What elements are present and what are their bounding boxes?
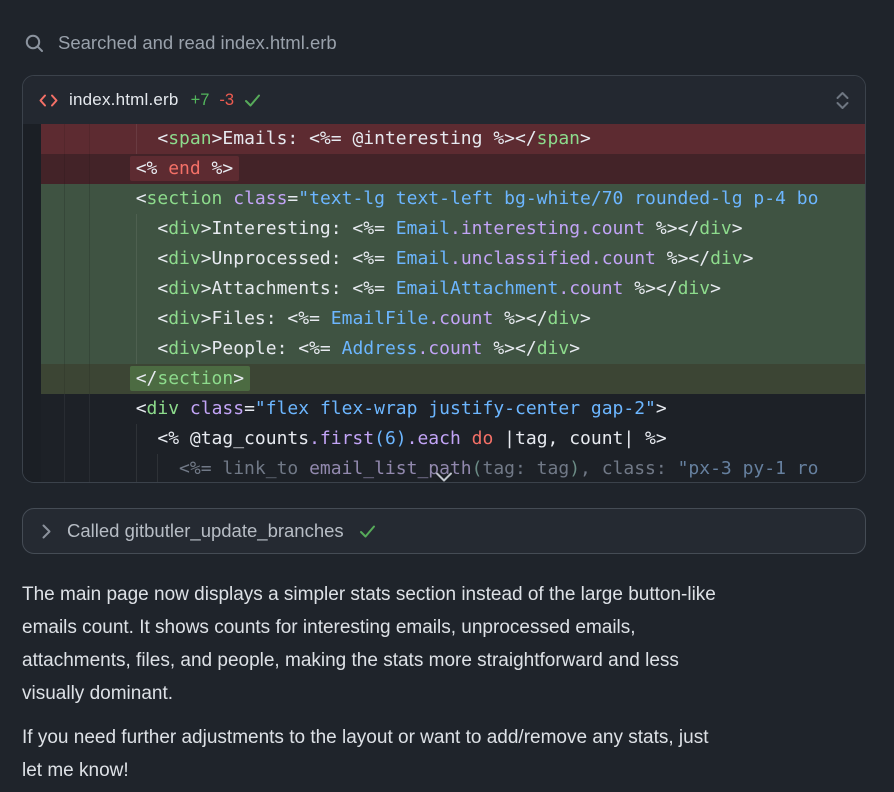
diff-panel-header[interactable]: index.html.erb +7 -3: [23, 76, 865, 124]
diff-gutter: [41, 364, 90, 394]
diff-line: <div>Unprocessed: <%= Email.unclassified…: [23, 244, 865, 274]
indent-guide: [136, 304, 137, 334]
diff-margin: [23, 364, 41, 394]
search-icon: [24, 33, 45, 54]
diff-line: <div class="flex flex-wrap justify-cente…: [23, 394, 865, 424]
message-paragraph: If you need further adjustments to the l…: [22, 721, 866, 787]
indent-guide: [136, 244, 137, 274]
diff-deletions: -3: [219, 91, 234, 110]
diff-line: <div>People: <%= Address.count %></div>: [23, 334, 865, 364]
diff-gutter: [41, 184, 90, 214]
diff-margin: [23, 154, 41, 184]
diff-line: <div>Attachments: <%= EmailAttachment.co…: [23, 274, 865, 304]
indent-guide: [157, 454, 158, 483]
chevron-down-icon[interactable]: [435, 471, 454, 483]
diff-margin: [23, 184, 41, 214]
indent-guide: [136, 274, 137, 304]
check-icon: [244, 93, 261, 108]
diff-margin: [23, 394, 41, 424]
diff-line: <% end %>: [23, 154, 865, 184]
diff-gutter: [41, 334, 90, 364]
diff-filename: index.html.erb: [69, 90, 179, 110]
diff-margin: [23, 334, 41, 364]
diff-gutter: [41, 154, 90, 184]
diff-margin: [23, 244, 41, 274]
diff-margin: [23, 304, 41, 334]
diff-gutter: [41, 304, 90, 334]
diff-gutter: [41, 124, 90, 154]
diff-panel: index.html.erb +7 -3 <span>Emails: <%= @…: [22, 75, 866, 483]
diff-gutter: [41, 424, 90, 454]
diff-gutter: [41, 274, 90, 304]
diff-margin: [23, 124, 41, 154]
diff-gutter: [41, 214, 90, 244]
diff-line: <span>Emails: <%= @interesting %></span>: [23, 124, 865, 154]
diff-gutter: [41, 394, 90, 424]
diff-word-highlight: </section>: [130, 366, 250, 391]
diff-margin: [23, 454, 41, 483]
tool-header-label: Searched and read index.html.erb: [58, 32, 337, 54]
tool-call-label: Called gitbutler_update_branches: [67, 520, 344, 542]
diff-additions: +7: [191, 91, 210, 110]
code-block: <span>Emails: <%= @interesting %></span>…: [23, 124, 865, 483]
assistant-message: The main page now displays a simpler sta…: [22, 578, 866, 787]
diff-gutter: [41, 244, 90, 274]
code-file-icon: [38, 92, 59, 109]
tool-header-row[interactable]: Searched and read index.html.erb: [24, 30, 866, 56]
diff-margin: [23, 214, 41, 244]
diff-line: <section class="text-lg text-left bg-whi…: [23, 184, 865, 214]
diff-margin: [23, 424, 41, 454]
diff-word-highlight: <% end %>: [130, 156, 240, 181]
chevron-right-icon: [41, 523, 52, 540]
message-paragraph: The main page now displays a simpler sta…: [22, 578, 866, 710]
diff-line: <div>Interesting: <%= Email.interesting.…: [23, 214, 865, 244]
unfold-icon[interactable]: [835, 91, 850, 110]
diff-line: <% @tag_counts.first(6).each do |tag, co…: [23, 424, 865, 454]
diff-gutter: [41, 454, 90, 483]
indent-guide: [136, 214, 137, 244]
indent-guide: [136, 424, 137, 454]
indent-guide: [136, 334, 137, 364]
diff-margin: [23, 274, 41, 304]
page: { "page_bg": "#1f242b", "tool_header": {…: [0, 0, 894, 792]
diff-line: <div>Files: <%= EmailFile.count %></div>: [23, 304, 865, 334]
diff-line: </section>: [23, 364, 865, 394]
indent-guide: [136, 124, 137, 154]
check-icon: [359, 524, 376, 539]
indent-guide: [136, 454, 137, 483]
tool-call-row[interactable]: Called gitbutler_update_branches: [22, 508, 866, 554]
